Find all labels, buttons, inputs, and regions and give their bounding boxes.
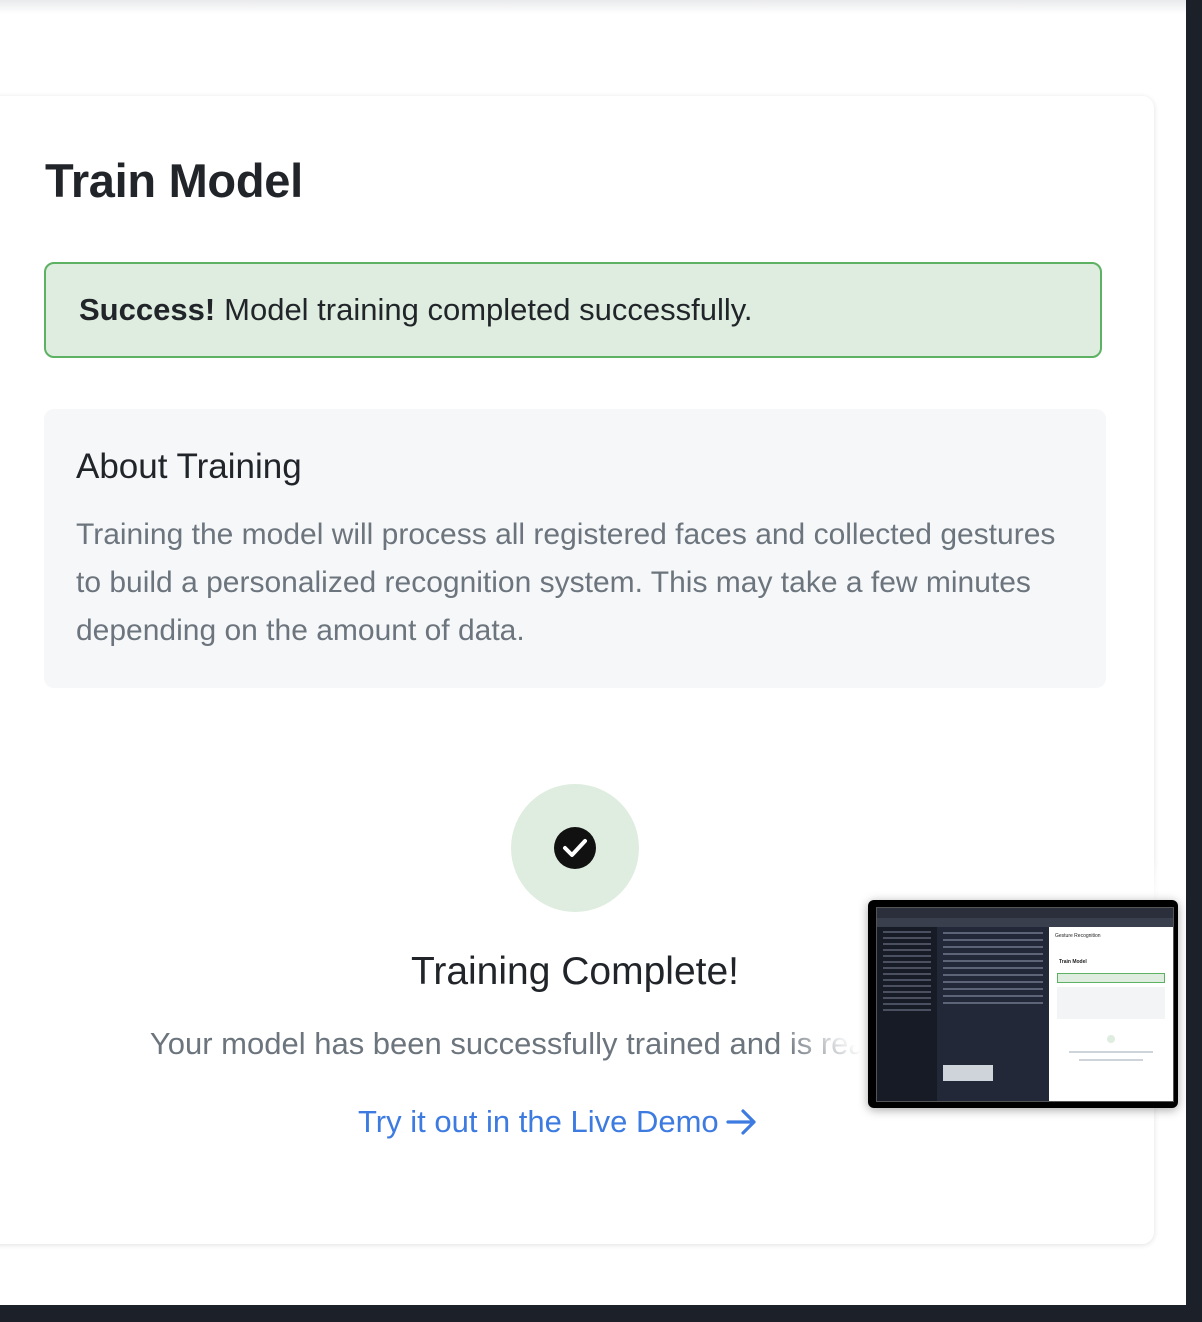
thumbnail-app-panel: Gesture Recognition Train Model	[1049, 927, 1173, 1101]
thumbnail-panel-header: Gesture Recognition	[1055, 933, 1101, 939]
about-training-box: About Training Training the model will p…	[44, 409, 1106, 688]
thumbnail-check-icon	[1107, 1035, 1115, 1043]
alert-message: Model training completed successfully.	[224, 292, 753, 327]
thumbnail-preview: Gesture Recognition Train Model	[876, 907, 1174, 1102]
about-training-text: Training the model will process all regi…	[76, 518, 1056, 647]
live-demo-link[interactable]: Try it out in the Live Demo	[358, 1104, 759, 1140]
thumbnail-address-bar	[877, 918, 1173, 927]
check-circle-icon	[554, 827, 596, 869]
header-shadow	[0, 0, 1186, 14]
page-title: Train Model	[45, 154, 303, 207]
thumbnail-file-tree	[877, 927, 937, 1101]
thumbnail-success-alert	[1057, 973, 1165, 983]
about-training-title: About Training	[76, 447, 302, 486]
browser-window: Train Model Success! Model training comp…	[0, 0, 1186, 1305]
screenshot-thumbnail[interactable]: Gesture Recognition Train Model	[868, 900, 1178, 1108]
alert-strong: Success!	[79, 292, 216, 327]
thumbnail-panel-title: Train Model	[1059, 959, 1087, 965]
success-alert: Success! Model training completed succes…	[44, 262, 1102, 358]
training-status-badge	[511, 784, 639, 912]
thumbnail-about-box	[1057, 987, 1165, 1019]
thumbnail-text-line	[1069, 1051, 1153, 1053]
thumbnail-tabs	[877, 908, 1173, 918]
thumbnail-chat-panel	[937, 927, 1049, 1101]
desktop-edge	[1186, 0, 1202, 1322]
thumbnail-text-line	[1079, 1059, 1143, 1061]
arrow-right-icon	[726, 1109, 756, 1135]
live-demo-link-label: Try it out in the Live Demo	[358, 1104, 719, 1139]
